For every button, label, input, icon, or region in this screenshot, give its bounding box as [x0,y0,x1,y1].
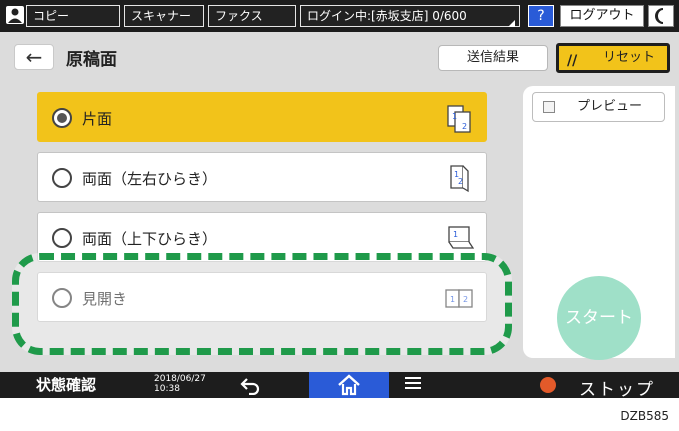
send-result-button[interactable]: 送信結果 [438,45,548,71]
back-button[interactable]: ← [14,44,54,70]
moon-icon[interactable] [648,5,674,27]
page-title: 原稿面 [66,50,117,70]
tab-fax[interactable]: ファクス [208,5,296,27]
svg-text:2: 2 [458,177,463,186]
header: ← 原稿面 送信結果 // リセット [0,32,679,82]
home-icon [338,374,360,396]
logout-button[interactable]: ログアウト [560,5,644,27]
stop-label: ストップ [579,380,655,398]
option-duplex-left-right[interactable]: 両面（左右ひらき） 1 2 [37,152,487,202]
preview-button[interactable]: プレビュー [532,92,665,122]
top-bar: コピー スキャナー ファクス ログイン中:[赤坂支店] 0/600 ? ログアウ… [0,0,679,32]
svg-text:1: 1 [452,112,457,121]
option-label: 両面（上下ひらき） [82,230,218,248]
help-button[interactable]: ? [528,5,554,27]
svg-text:1: 1 [453,230,458,239]
single-sided-icon: 1 2 [447,105,471,133]
copier-screen: コピー スキャナー ファクス ログイン中:[赤坂支店] 0/600 ? ログアウ… [0,0,679,398]
tab-copy[interactable]: コピー [26,5,120,27]
reset-icon: // [567,53,578,69]
stop-button[interactable]: ストップ [523,372,679,398]
status-check-button[interactable]: 状態確認 [36,374,96,395]
preview-label: プレビュー [577,99,643,114]
reset-button[interactable]: // リセット [556,43,670,73]
radio-icon [52,228,72,248]
date-time: 2018/06/27 10:38 [154,374,206,394]
highlight-frame [12,253,512,355]
image-code: DZB585 [620,409,669,423]
option-label: 片面 [82,110,113,128]
reset-label: リセット [603,50,656,65]
duplex-left-right-icon: 1 2 [450,165,469,193]
date-text: 2018/06/27 [154,374,206,384]
back-arrow-icon: ← [25,45,43,69]
stop-icon [540,377,556,393]
radio-selected-icon [52,108,72,128]
home-button[interactable] [309,372,389,398]
menu-icon[interactable] [404,374,422,398]
option-label: 両面（左右ひらき） [82,170,218,188]
login-status[interactable]: ログイン中:[赤坂支店] 0/600 [300,5,520,27]
user-icon[interactable] [6,6,24,24]
radio-icon [52,168,72,188]
option-single-sided[interactable]: 片面 1 2 [37,92,487,142]
back-arrow-icon[interactable] [239,375,261,398]
corner-indicator [508,20,515,27]
tab-scanner[interactable]: スキャナー [124,5,204,27]
start-button[interactable]: スタート [557,276,641,360]
duplex-top-bottom-icon: 1 [448,226,474,249]
bottom-bar: 状態確認 2018/06/27 10:38 ストップ [0,372,679,398]
time-text: 10:38 [154,384,180,394]
right-panel: プレビュー スタート [523,86,675,360]
svg-text:2: 2 [462,122,467,131]
checkbox-icon [543,101,555,113]
